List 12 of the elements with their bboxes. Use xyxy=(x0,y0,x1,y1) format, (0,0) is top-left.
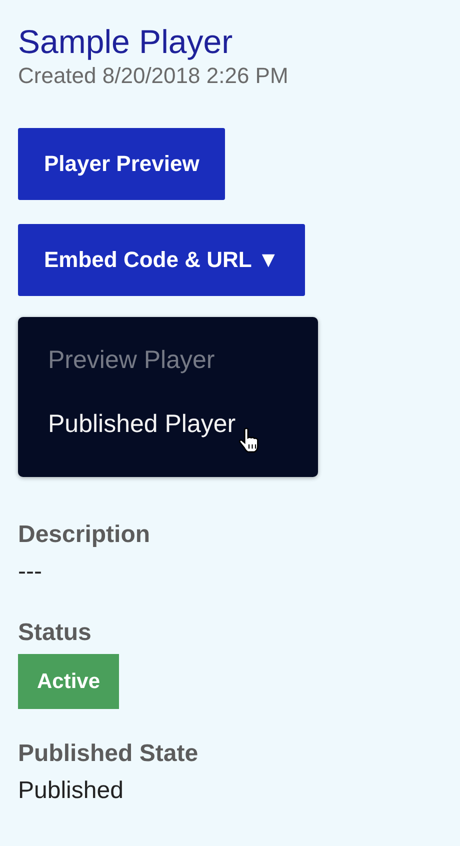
status-badge: Active xyxy=(18,654,120,709)
field-label: Published State xyxy=(18,739,198,769)
created-date: Created 8/20/2018 2:26 PM xyxy=(18,62,288,90)
embed-dropdown-button[interactable]: Embed Code & URL ▼ xyxy=(18,224,306,296)
menu-item[interactable]: Published Player xyxy=(48,407,260,441)
field-label: Status xyxy=(18,618,92,648)
page-title: Sample Player xyxy=(18,22,233,62)
field-value: --- xyxy=(18,557,42,587)
field-label: Description xyxy=(18,520,150,550)
preview-button[interactable]: Player Preview xyxy=(18,128,226,200)
hand-cursor-icon xyxy=(238,427,260,453)
field-value: Published xyxy=(18,776,124,806)
